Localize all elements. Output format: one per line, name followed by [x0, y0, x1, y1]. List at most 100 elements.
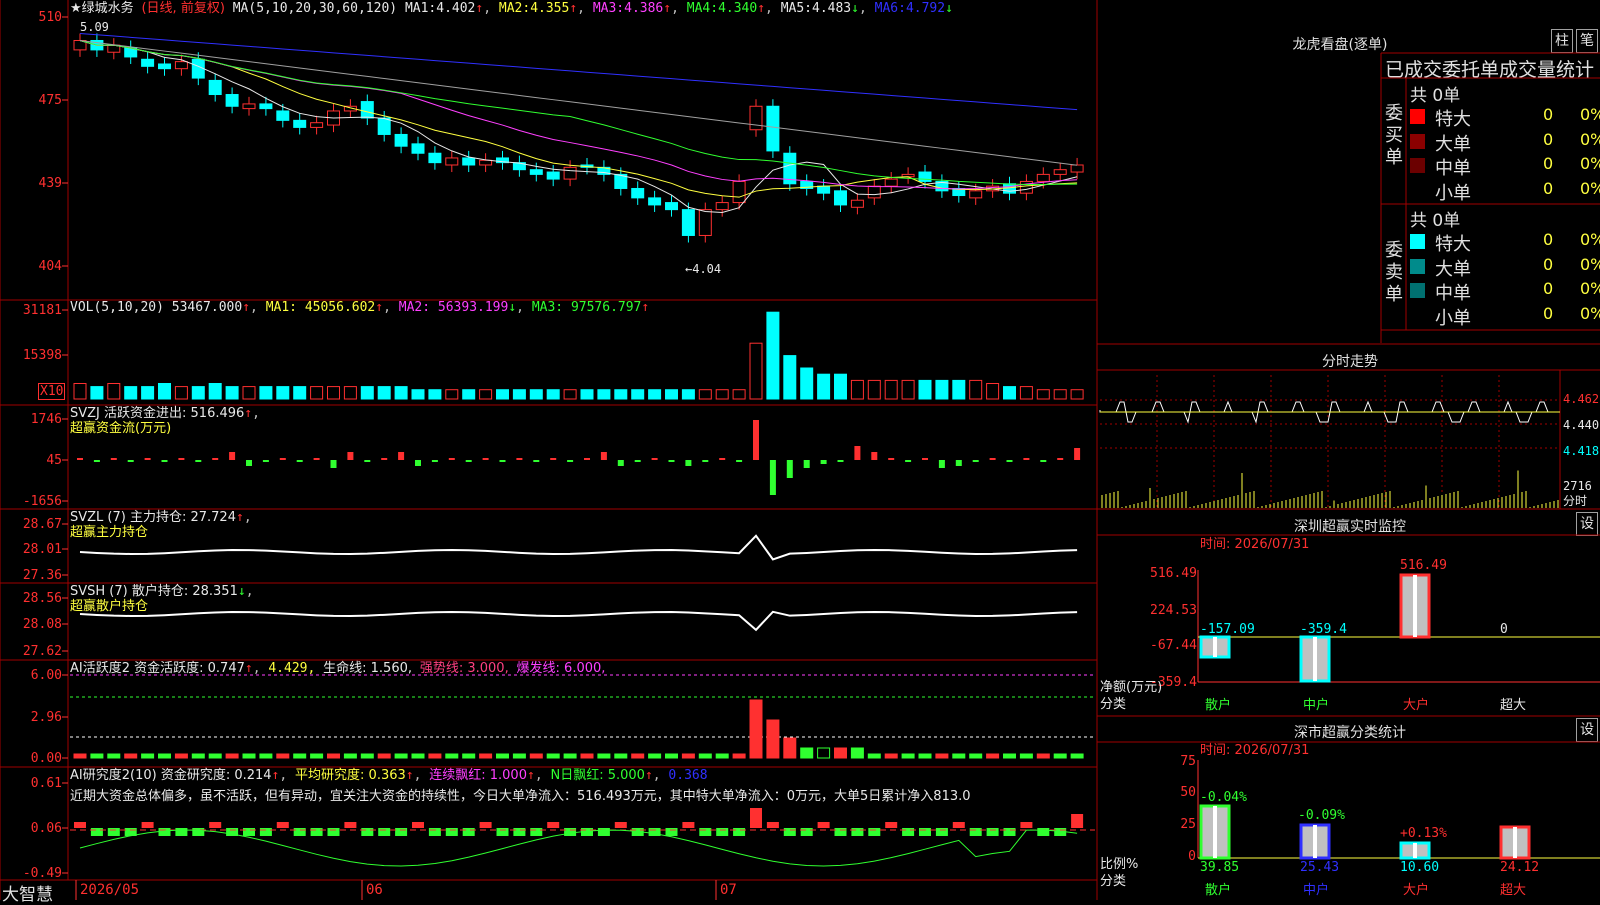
candle-body: [732, 180, 746, 204]
class-bar-sanhu-highlight: [1213, 806, 1217, 858]
research-bar: [74, 822, 86, 828]
monitor-cat-zhonghu: 中户: [1303, 698, 1330, 713]
candle-body: [411, 143, 425, 154]
fund-flow-bar: [465, 460, 472, 462]
monitor-cat-label: 分类: [1100, 697, 1127, 712]
activity-bar: [563, 753, 577, 759]
research-bar: [665, 828, 678, 836]
fund-flow-bar: [634, 460, 641, 462]
order-type: 大单: [1435, 258, 1471, 280]
order-pct: 0%: [1580, 154, 1600, 173]
candle-body: [681, 209, 695, 236]
volume-bar: [546, 389, 560, 400]
fund-flow-bar: [533, 460, 540, 462]
activity-bar: [411, 753, 425, 759]
class-val-dahu: 10.60: [1400, 860, 1440, 875]
activity-bar: [225, 753, 239, 759]
research-bar: [868, 828, 881, 836]
fund-flow-bar: [93, 460, 100, 462]
order-pct: 0%: [1580, 129, 1600, 149]
volume-bar: [884, 379, 898, 400]
volume-bar: [986, 383, 1000, 400]
volume-bar: [512, 389, 526, 400]
research-bar: [716, 828, 729, 836]
volume-bar: [867, 379, 881, 400]
fund-flow-bar: [313, 458, 320, 460]
candle-body: [969, 190, 983, 199]
class-pct-sanhu: -0.04%: [1200, 790, 1247, 805]
research-bar: [243, 828, 255, 836]
activity-bar: [614, 753, 628, 759]
volume-bar: [918, 379, 932, 400]
research-bar: [699, 828, 712, 836]
tick-mode-button[interactable]: 笔: [1576, 29, 1598, 53]
fund-flow-bar: [786, 460, 793, 478]
buy-total: 共 0单: [1410, 86, 1461, 106]
volume-bar: [73, 383, 87, 400]
activity-bar: [715, 753, 729, 759]
order-color-swatch: [1410, 258, 1425, 274]
candle-body: [174, 61, 188, 70]
fund-flow-bar: [922, 458, 928, 460]
candle-body: [1070, 164, 1084, 173]
fund-flow-bar: [837, 460, 844, 462]
activity-bar: [191, 753, 205, 759]
order-pct: 0%: [1580, 303, 1600, 323]
volume-bar: [1036, 389, 1050, 400]
research-bar: [513, 828, 526, 836]
fund-flow-bar: [736, 460, 743, 462]
buy-orders-label: 委买单: [1385, 103, 1403, 168]
volume-bar: [749, 342, 763, 400]
research-bar: [834, 828, 847, 836]
activity-bar: [935, 753, 949, 759]
volume-bar: [310, 386, 324, 400]
fs-axis-1: 4.462: [1563, 392, 1600, 406]
activity-bar: [276, 753, 290, 759]
monitor-settings-button[interactable]: 设: [1576, 512, 1598, 536]
monitor-bar-zhonghu: [1299, 635, 1331, 683]
fund-flow-bar: [516, 458, 523, 460]
volume-bar: [614, 389, 628, 400]
candle-body: [242, 103, 256, 110]
research-bar: [682, 822, 695, 828]
fund-flow-bar: [296, 460, 303, 462]
fund-flow-bar: [144, 458, 151, 460]
candle-body: [698, 209, 712, 236]
order-pct: 0%: [1580, 178, 1600, 198]
order-pct: 0%: [1580, 230, 1600, 249]
volume-bar: [1053, 389, 1067, 400]
fund-flow-bar: [905, 460, 912, 462]
candle-body: [715, 202, 729, 211]
fund-flow-bar: [415, 460, 421, 466]
fund-flow-bar: [972, 460, 979, 462]
activity-bar: [884, 753, 898, 759]
activity-bar: [850, 747, 864, 759]
fund-flow-bar: [803, 460, 810, 468]
class-axis-2: 50: [1180, 785, 1196, 800]
order-color-swatch: [1410, 283, 1425, 298]
activity-bar: [732, 753, 746, 759]
activity-bar: [749, 699, 763, 759]
order-count: 0: [1543, 129, 1554, 149]
class-val-chaoda: 24.12: [1500, 860, 1540, 875]
bar-mode-button[interactable]: 柱: [1551, 29, 1573, 53]
activity-bar: [952, 753, 966, 759]
activity-bar: [817, 747, 831, 759]
fund-flow-bar: [448, 458, 455, 460]
research-bar: [412, 822, 424, 828]
activity-bar: [428, 753, 442, 759]
volume-bar: [208, 383, 222, 400]
volume-bar: [529, 389, 543, 400]
fund-flow-bar: [938, 460, 945, 468]
monitor-bar-sanhu-highlight: [1213, 637, 1217, 657]
volume-bar: [1003, 386, 1016, 400]
activity-bar: [73, 753, 87, 759]
fund-flow-bar: [1006, 460, 1013, 462]
activity-bar: [698, 753, 712, 759]
chart-canvas[interactable]: [0, 0, 1100, 900]
order-count: 0: [1543, 154, 1554, 173]
activity-bar: [496, 753, 509, 759]
class-settings-button[interactable]: 设: [1576, 718, 1598, 742]
class-bar-dahu: [1399, 841, 1431, 860]
fund-flow-bar: [499, 460, 506, 462]
